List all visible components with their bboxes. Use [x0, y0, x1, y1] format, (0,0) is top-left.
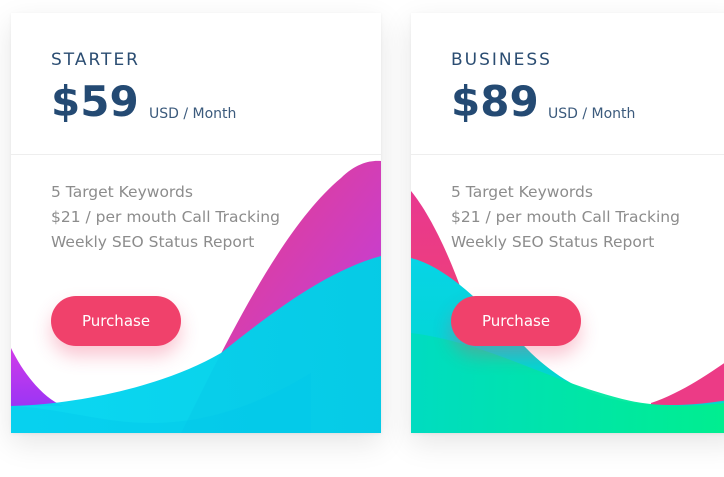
divider	[11, 154, 381, 155]
plan-price: $59	[51, 77, 139, 126]
purchase-button[interactable]: Purchase	[51, 296, 181, 346]
divider	[411, 154, 724, 155]
feature-item: 5 Target Keywords	[451, 183, 593, 201]
price-period: USD / Month	[149, 106, 237, 122]
card-header: STARTER $59 USD / Month	[11, 13, 381, 154]
feature-item: Weekly SEO Status Report	[51, 233, 255, 251]
card-header: BUSINESS $89 USD / Month	[411, 13, 724, 154]
purchase-button[interactable]: Purchase	[451, 296, 581, 346]
feature-item: 5 Target Keywords	[51, 183, 193, 201]
pricing-card-business: BUSINESS $89 USD / Month 5 Target Keywor…	[411, 13, 724, 433]
feature-list: 5 Target Keywords $21 / per mouth Call T…	[51, 180, 280, 255]
plan-name: STARTER	[51, 50, 140, 70]
feature-item: $21 / per mouth Call Tracking	[51, 208, 280, 226]
feature-list: 5 Target Keywords $21 / per mouth Call T…	[451, 180, 680, 255]
pricing-card-starter: STARTER $59 USD / Month 5 Target Keyword…	[11, 13, 381, 433]
feature-item: Weekly SEO Status Report	[451, 233, 655, 251]
feature-item: $21 / per mouth Call Tracking	[451, 208, 680, 226]
price-period: USD / Month	[548, 106, 636, 122]
plan-name: BUSINESS	[451, 50, 552, 70]
plan-price: $89	[451, 77, 539, 126]
